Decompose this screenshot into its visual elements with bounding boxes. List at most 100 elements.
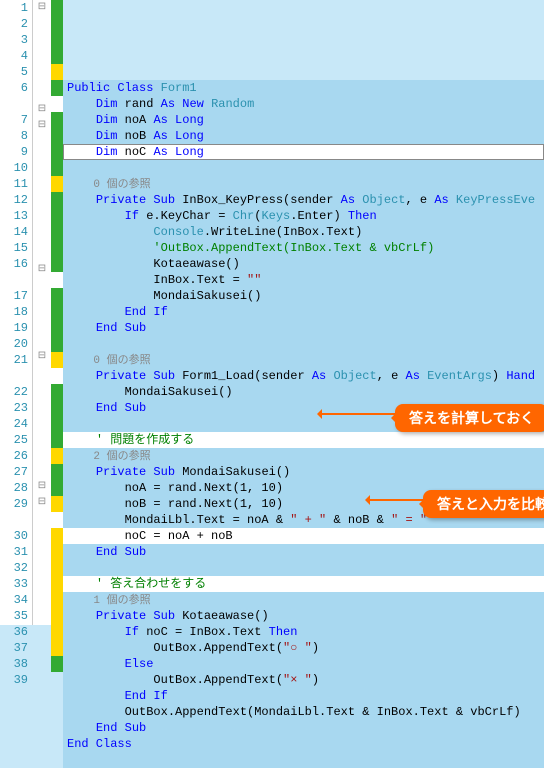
code-line[interactable]: End If (63, 304, 544, 320)
change-marker (51, 176, 63, 192)
code-line[interactable]: If e.KeyChar = Chr(Keys.Enter) Then (63, 208, 544, 224)
fold-marker (33, 451, 51, 465)
line-number: 35 (0, 608, 28, 624)
code-line[interactable]: 1 個の参照 (63, 592, 544, 608)
code-line[interactable]: End Sub (63, 544, 544, 560)
code-editor[interactable]: 1234567891011121314151617181920212223242… (0, 0, 544, 625)
code-line[interactable]: End Sub (63, 320, 544, 336)
fold-marker[interactable]: ⊟ (33, 118, 51, 134)
code-line[interactable]: Private Sub Kotaeawase() (63, 608, 544, 624)
fold-marker[interactable]: ⊟ (33, 479, 51, 495)
code-line[interactable]: MondaiSakusei() (63, 384, 544, 400)
fold-marker (33, 278, 51, 292)
fold-marker[interactable]: ⊟ (33, 0, 51, 16)
line-number: 32 (0, 560, 28, 576)
line-number: 17 (0, 288, 28, 304)
code-line[interactable]: Dim noB As Long (63, 128, 544, 144)
line-number: 16 (0, 256, 28, 272)
code-line[interactable]: 0 個の参照 (63, 176, 544, 192)
fold-marker (33, 16, 51, 30)
code-line[interactable] (63, 336, 544, 352)
code-line[interactable]: OutBox.AppendText(MondaiLbl.Text & InBox… (63, 704, 544, 720)
change-marker (51, 480, 63, 496)
code-line[interactable]: InBox.Text = "" (63, 272, 544, 288)
line-number-gutter: 1234567891011121314151617181920212223242… (0, 0, 33, 625)
fold-markers[interactable]: ⊟⊟⊟⊟⊟⊟⊟ (33, 0, 51, 625)
line-number: 21 (0, 352, 28, 368)
change-marker (51, 288, 63, 304)
fold-marker[interactable]: ⊟ (33, 102, 51, 118)
line-number: 37 (0, 640, 28, 656)
change-marker (51, 368, 63, 384)
line-number: 30 (0, 528, 28, 544)
line-number: 38 (0, 656, 28, 672)
change-marker (51, 48, 63, 64)
fold-marker (33, 554, 51, 568)
code-line[interactable]: ' 問題を作成する (63, 432, 544, 448)
fold-marker (33, 73, 51, 87)
code-line[interactable]: 'OutBox.AppendText(InBox.Text & vbCrLf) (63, 240, 544, 256)
fold-marker (33, 205, 51, 219)
line-number (0, 96, 28, 112)
change-marker (51, 64, 63, 80)
code-line[interactable]: OutBox.AppendText("○ ") (63, 640, 544, 656)
fold-marker (33, 191, 51, 205)
line-number: 5 (0, 64, 28, 80)
change-marker (51, 352, 63, 368)
fold-marker (33, 394, 51, 408)
fold-marker (33, 597, 51, 611)
code-line[interactable]: 2 個の参照 (63, 448, 544, 464)
line-number: 22 (0, 384, 28, 400)
code-line[interactable]: MondaiSakusei() (63, 288, 544, 304)
change-marker (51, 160, 63, 176)
change-marker (51, 624, 63, 640)
fold-marker (33, 321, 51, 335)
code-line[interactable]: End If (63, 688, 544, 704)
line-number (0, 368, 28, 384)
code-line[interactable]: Dim noC As Long (63, 144, 544, 160)
fold-marker (33, 176, 51, 190)
change-marker (51, 16, 63, 32)
code-line[interactable]: End Class (63, 736, 544, 752)
line-number: 2 (0, 16, 28, 32)
line-number: 6 (0, 80, 28, 96)
code-line[interactable]: End Sub (63, 720, 544, 736)
code-line[interactable]: Dim rand As New Random (63, 96, 544, 112)
change-marker (51, 128, 63, 144)
line-number: 19 (0, 320, 28, 336)
change-marker (51, 96, 63, 112)
code-line[interactable]: If noC = InBox.Text Then (63, 624, 544, 640)
fold-marker (33, 134, 51, 148)
fold-marker (33, 59, 51, 73)
code-line[interactable]: OutBox.AppendText("× ") (63, 672, 544, 688)
code-line[interactable]: Private Sub InBox_KeyPress(sender As Obj… (63, 192, 544, 208)
line-number: 18 (0, 304, 28, 320)
fold-marker[interactable]: ⊟ (33, 495, 51, 511)
code-line[interactable]: Kotaeawase() (63, 256, 544, 272)
code-line[interactable]: Private Sub Form1_Load(sender As Object,… (63, 368, 544, 384)
line-number (0, 512, 28, 528)
code-line[interactable]: 0 個の参照 (63, 352, 544, 368)
code-line[interactable] (63, 160, 544, 176)
code-line[interactable]: ' 答え合わせをする (63, 576, 544, 592)
code-line[interactable]: Private Sub MondaiSakusei() (63, 464, 544, 480)
fold-marker (33, 611, 51, 625)
line-number: 3 (0, 32, 28, 48)
code-line[interactable] (63, 752, 544, 768)
code-line[interactable] (63, 560, 544, 576)
code-line[interactable]: Console.WriteLine(InBox.Text) (63, 224, 544, 240)
fold-marker[interactable]: ⊟ (33, 262, 51, 278)
line-number: 20 (0, 336, 28, 352)
line-number: 34 (0, 592, 28, 608)
line-number: 7 (0, 112, 28, 128)
fold-marker (33, 365, 51, 379)
code-line[interactable]: Dim noA As Long (63, 112, 544, 128)
fold-marker (33, 436, 51, 450)
fold-marker[interactable]: ⊟ (33, 349, 51, 365)
code-line[interactable]: noC = noA + noB (63, 528, 544, 544)
fold-marker (33, 465, 51, 479)
code-line[interactable]: Public Class Form1 (63, 80, 544, 96)
code-area[interactable]: 答えを計算しておく 答えと入力を比較 Public Class Form1 Di… (63, 0, 544, 625)
change-marker (51, 528, 63, 544)
code-line[interactable]: Else (63, 656, 544, 672)
